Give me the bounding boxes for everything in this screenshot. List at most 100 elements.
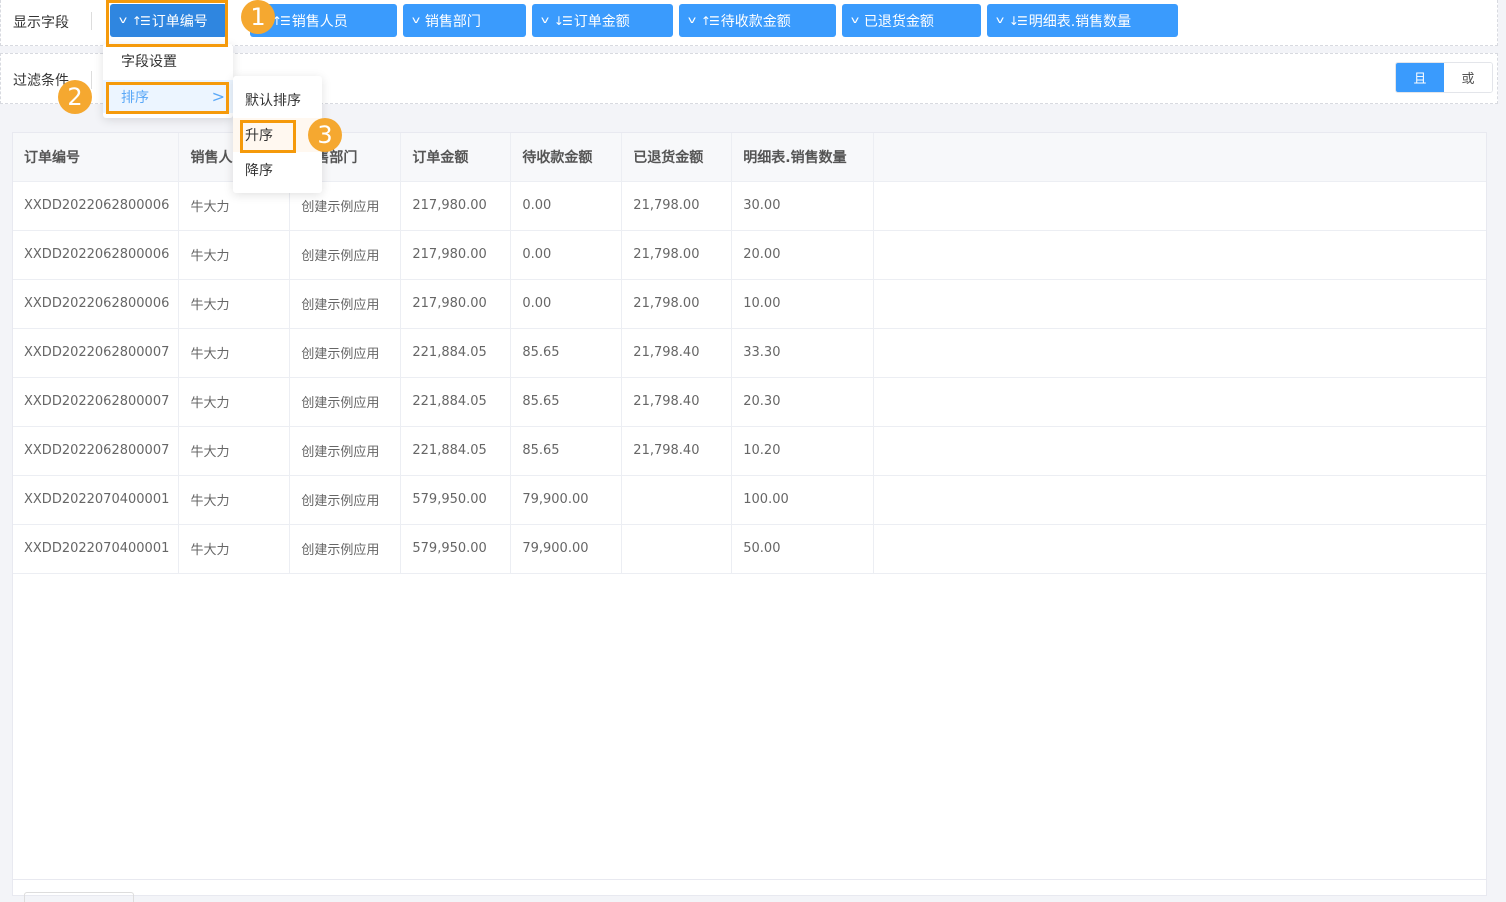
field-button[interactable]: v ↑☰ 待收款金额 — [679, 4, 836, 37]
table-cell: XXDD2022062800007 — [13, 377, 180, 427]
table-cell: 创建示例应用 — [289, 328, 402, 378]
table-cell — [621, 524, 733, 574]
table-cell: 20.00 — [731, 230, 875, 280]
sort-descending-icon: ↓☰ — [553, 13, 573, 28]
field-button[interactable]: v ↑☰ 订单编号 — [110, 4, 227, 37]
table-row: XXDD2022062800006 牛大力 创建示例应用 217,980.00 0.00… — [13, 230, 1486, 280]
column-header[interactable]: 明细表.销售数量 — [731, 133, 875, 182]
sort-descending-icon: ↓☰ — [1008, 13, 1028, 28]
table-cell: 21,798.00 — [621, 279, 733, 329]
table-cell: 100.00 — [731, 475, 875, 525]
chevron-down-icon: v — [687, 15, 697, 26]
menu-item-sort-label: 排序 — [121, 89, 149, 106]
table-cell: 创建示例应用 — [289, 524, 402, 574]
table-cell: 85.65 — [510, 328, 623, 378]
table-row: XXDD2022062800007 牛大力 创建示例应用 221,884.05 85.6… — [13, 426, 1486, 476]
table-cell: 217,980.00 — [400, 181, 512, 231]
table-cell: 10.20 — [731, 426, 875, 476]
table-cell: 牛大力 — [178, 328, 291, 378]
column-header[interactable]: 订单金额 — [400, 133, 512, 182]
column-header[interactable]: 已退货金额 — [621, 133, 733, 182]
logic-and-button[interactable]: 且 — [1396, 63, 1444, 92]
field-button[interactable]: v 已退货金额 — [842, 4, 981, 37]
step-badge-2: 2 — [58, 80, 92, 114]
table-cell: XXDD2022062800007 — [13, 426, 180, 476]
table-cell: 579,950.00 — [400, 475, 512, 525]
pagination[interactable] — [24, 892, 134, 902]
table-cell: 79,900.00 — [510, 475, 623, 525]
display-fields-label: 显示字段 — [13, 15, 69, 31]
logic-toggle[interactable]: 且 或 — [1395, 62, 1493, 93]
table-cell: 10.00 — [731, 279, 875, 329]
table-cell: 0.00 — [510, 279, 623, 329]
table-cell: 牛大力 — [178, 475, 291, 525]
table-cell: 牛大力 — [178, 377, 291, 427]
chevron-down-icon: v — [540, 15, 550, 26]
field-button-label: 已退货金额 — [863, 13, 934, 30]
table-row: XXDD2022062800007 牛大力 创建示例应用 221,884.05 85.6… — [13, 377, 1486, 427]
table-cell: 217,980.00 — [400, 279, 512, 329]
table-cell: 221,884.05 — [400, 377, 512, 427]
table-cell: 85.65 — [510, 377, 623, 427]
chevron-down-icon: v — [850, 15, 860, 26]
field-dropdown-menu: 字段设置 排序 > — [103, 44, 233, 118]
step-badge-3: 3 — [308, 118, 342, 152]
table-cell: 33.30 — [731, 328, 875, 378]
field-button-label: 明细表.销售数量 — [1028, 13, 1132, 30]
field-button-label: 订单编号 — [151, 13, 208, 30]
divider — [91, 12, 92, 30]
table-cell: 21,798.00 — [621, 230, 733, 280]
table-cell: 50.00 — [731, 524, 875, 574]
table-cell: 0.00 — [510, 181, 623, 231]
table-cell: 21,798.00 — [621, 181, 733, 231]
table-footer-divider — [13, 879, 1486, 880]
table-cell: 创建示例应用 — [289, 279, 402, 329]
table-row: XXDD2022062800007 牛大力 创建示例应用 221,884.05 85.6… — [13, 328, 1486, 378]
logic-or-button[interactable]: 或 — [1444, 63, 1492, 92]
step-badge-1: 1 — [241, 0, 275, 34]
table-cell: 牛大力 — [178, 230, 291, 280]
field-button[interactable]: v ↓☰ 订单金额 — [532, 4, 673, 37]
field-button-label: 订单金额 — [573, 13, 630, 30]
table-cell: 创建示例应用 — [289, 475, 402, 525]
table-cell: 0.00 — [510, 230, 623, 280]
field-button[interactable]: v ↓☰ 明细表.销售数量 — [987, 4, 1178, 37]
sort-ascending-icon: ↑☰ — [131, 13, 151, 28]
table-cell: 创建示例应用 — [289, 230, 402, 280]
chevron-down-icon: v — [411, 15, 421, 26]
table-cell: 221,884.05 — [400, 426, 512, 476]
table-cell: 21,798.40 — [621, 426, 733, 476]
table-cell: 创建示例应用 — [289, 426, 402, 476]
table-cell: 221,884.05 — [400, 328, 512, 378]
menu-item-field-settings[interactable]: 字段设置 — [103, 44, 233, 77]
table-cell: 20.30 — [731, 377, 875, 427]
table-cell: 创建示例应用 — [289, 377, 402, 427]
menu-item-sort[interactable]: 排序 > — [103, 80, 233, 113]
chevron-right-icon: > — [211, 87, 225, 106]
table-cell-empty — [873, 279, 1486, 329]
column-header-empty — [873, 133, 1486, 182]
menu-item-default-sort[interactable]: 默认排序 — [233, 83, 322, 117]
table-cell: 21,798.40 — [621, 377, 733, 427]
table-cell — [621, 475, 733, 525]
table-cell: 217,980.00 — [400, 230, 512, 280]
chevron-down-icon: v — [995, 15, 1005, 26]
table-cell: XXDD2022062800006 — [13, 181, 180, 231]
table-cell-empty — [873, 426, 1486, 476]
table-cell-empty — [873, 475, 1486, 525]
table-cell: XXDD2022062800006 — [13, 230, 180, 280]
field-button[interactable]: v 销售部门 — [403, 4, 526, 37]
menu-item-descending[interactable]: 降序 — [233, 153, 322, 187]
table-row: XXDD2022070400001 牛大力 创建示例应用 579,950.00 79,9… — [13, 524, 1486, 574]
column-header[interactable]: 订单编号 — [13, 133, 180, 182]
table-cell: XXDD2022062800006 — [13, 279, 180, 329]
table-cell-empty — [873, 377, 1486, 427]
sort-ascending-icon: ↑☰ — [700, 13, 720, 28]
table-row: XXDD2022070400001 牛大力 创建示例应用 579,950.00 79,9… — [13, 475, 1486, 525]
table-cell: 79,900.00 — [510, 524, 623, 574]
table-cell: 牛大力 — [178, 279, 291, 329]
field-button-label: 销售部门 — [424, 13, 481, 30]
column-header[interactable]: 待收款金额 — [510, 133, 623, 182]
table-cell-empty — [873, 181, 1486, 231]
table-cell: 30.00 — [731, 181, 875, 231]
